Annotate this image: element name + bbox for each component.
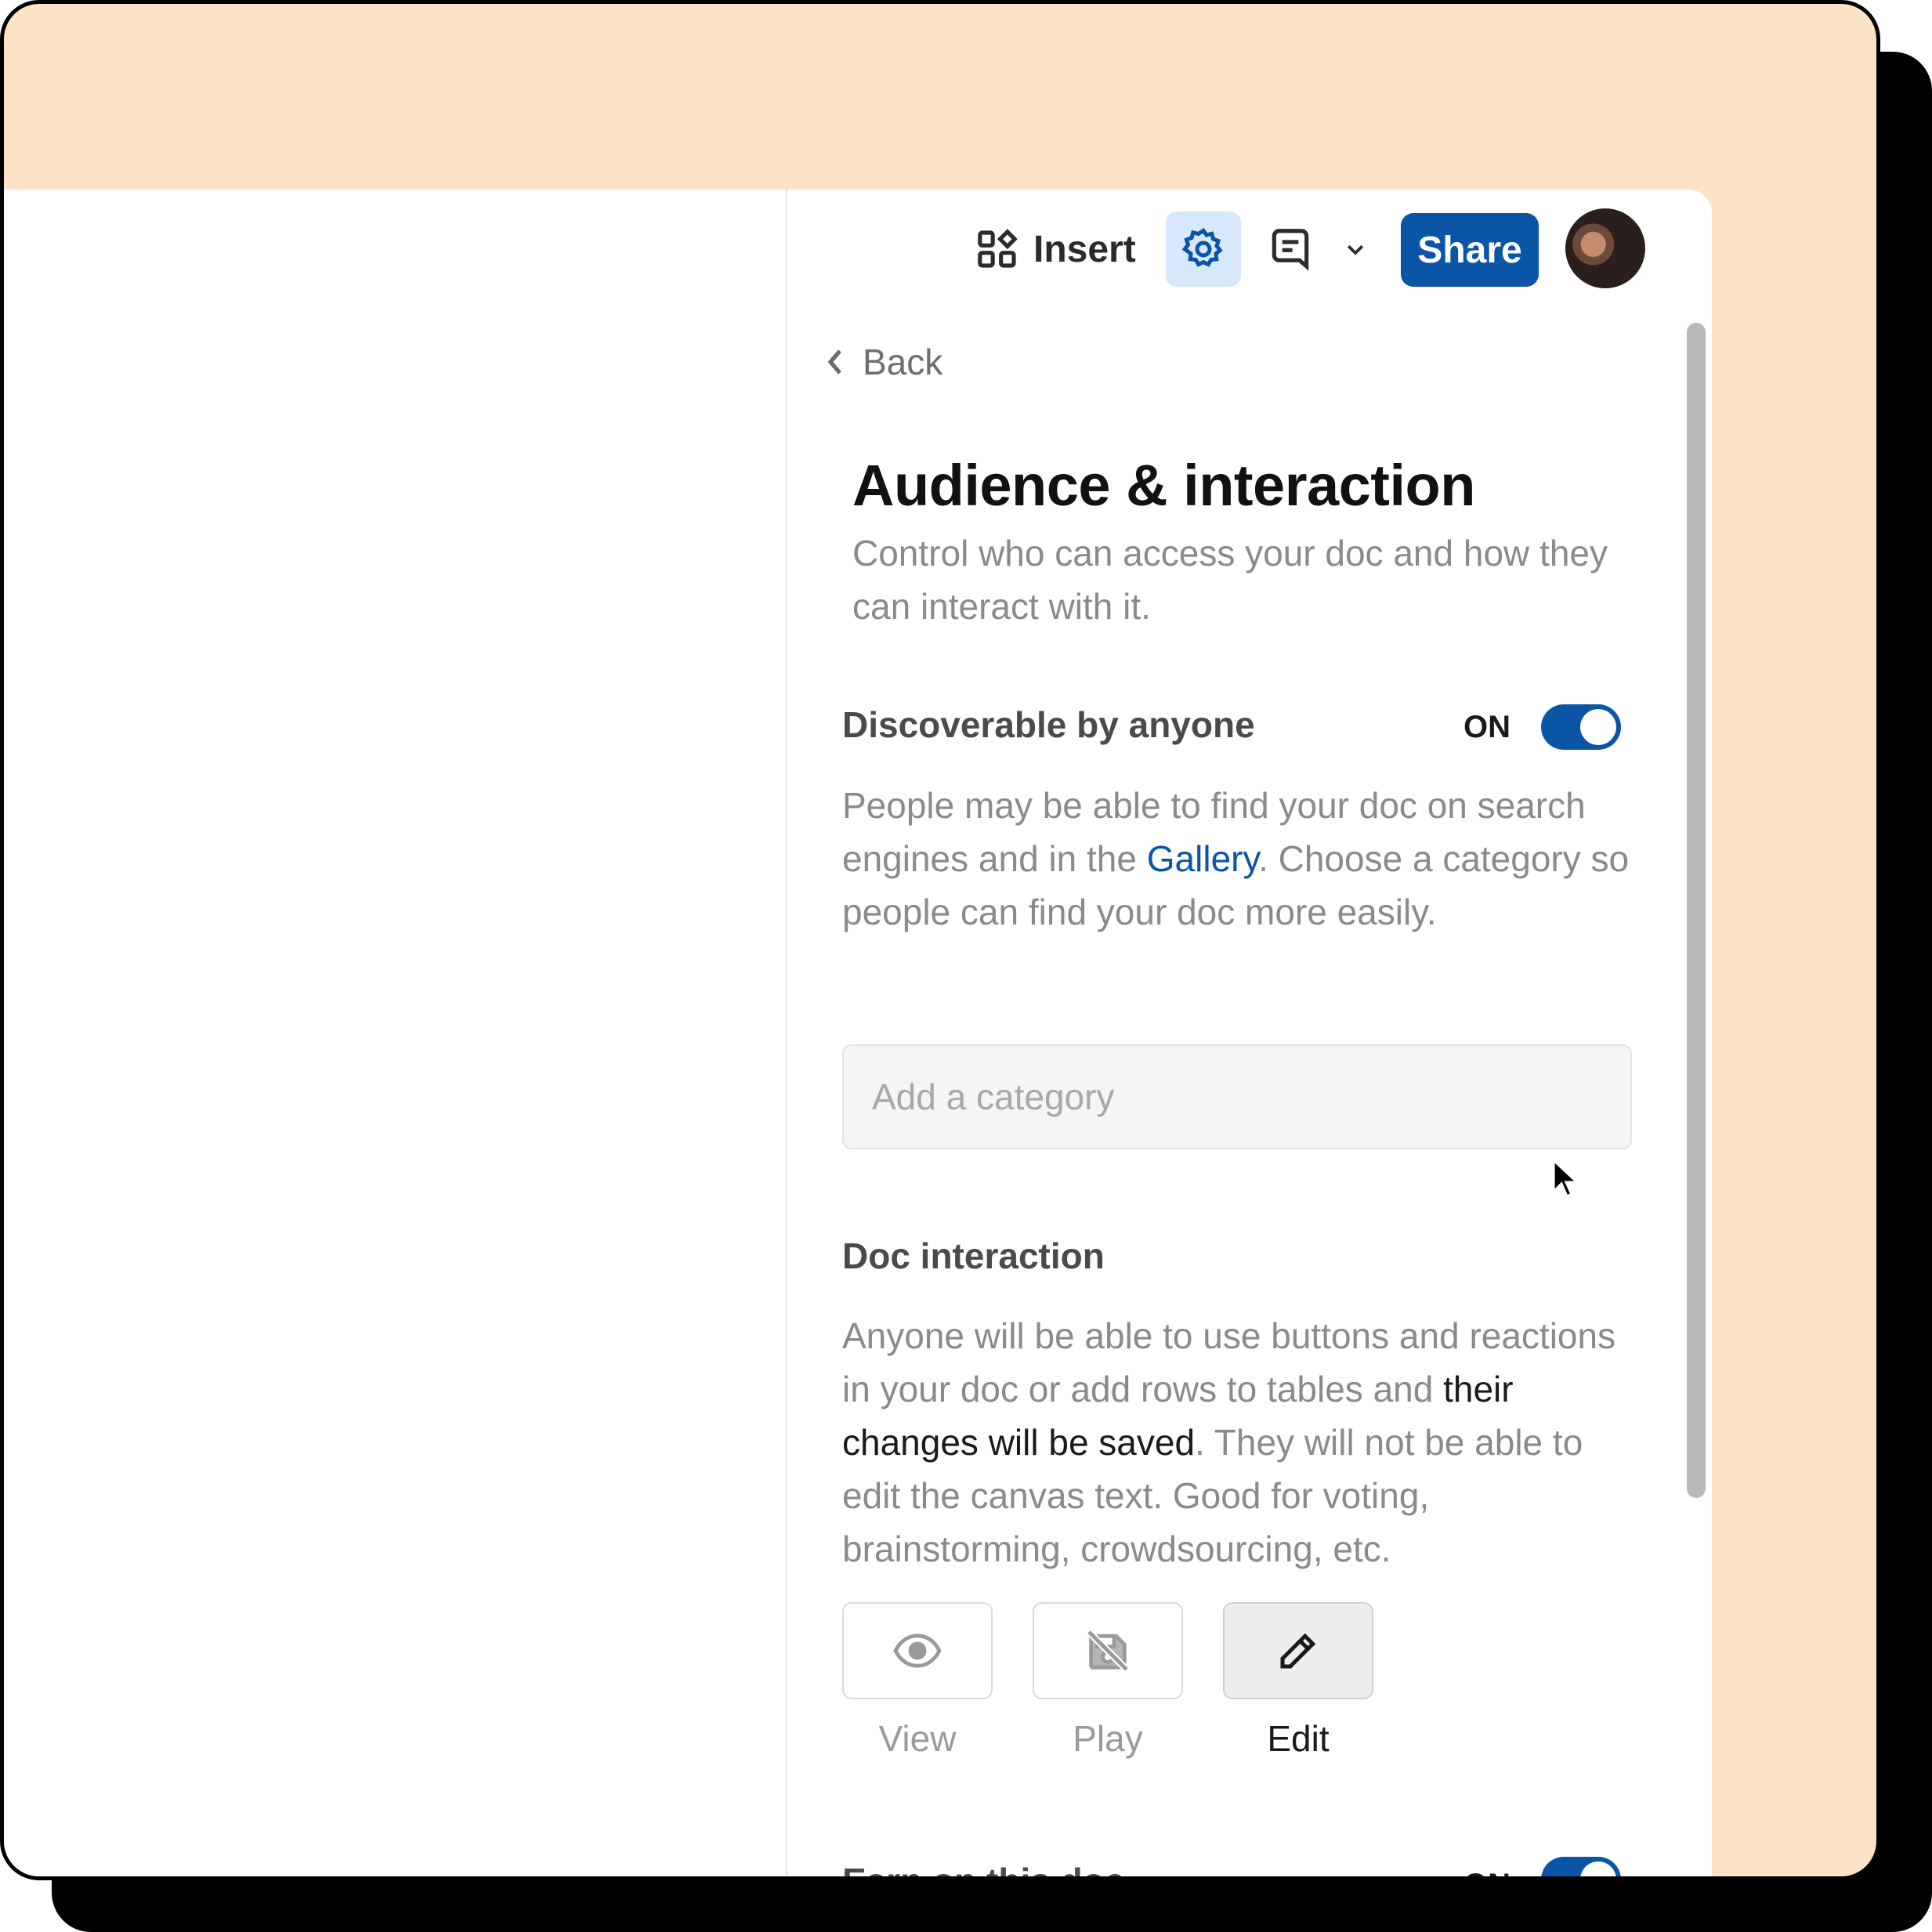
earn-toggle-state: ON: [1463, 1868, 1511, 1876]
insert-button[interactable]: Insert: [975, 219, 1136, 279]
back-button[interactable]: Back: [825, 341, 942, 383]
discoverable-description: People may be able to find your doc on s…: [842, 779, 1649, 939]
settings-panel: Insert Share Back Audience & interaction…: [786, 190, 1712, 1876]
discoverable-title: Discoverable by anyone: [842, 704, 1255, 745]
gallery-link[interactable]: Gallery: [1147, 838, 1258, 879]
panel-scrollbar[interactable]: [1687, 323, 1706, 1498]
pencil-icon: [1280, 1633, 1316, 1669]
play-disabled-icon: [1086, 1629, 1130, 1673]
top-toolbar: Insert Share: [787, 208, 1712, 288]
earn-title: Earn on this doc: [842, 1860, 1124, 1876]
scrollbar-thumb[interactable]: [1687, 323, 1706, 1498]
comment-dropdown-button[interactable]: [1336, 227, 1375, 271]
earn-toggle[interactable]: [1541, 1857, 1621, 1876]
settings-button[interactable]: [1166, 212, 1241, 287]
eye-icon: [893, 1634, 942, 1668]
play-mode-button[interactable]: [1033, 1602, 1183, 1699]
play-mode-label: Play: [1073, 1718, 1143, 1759]
toggle-knob: [1580, 709, 1616, 745]
doc-interaction-title: Doc interaction: [842, 1236, 1105, 1276]
view-mode-button[interactable]: [842, 1602, 993, 1699]
discoverable-toggle-state: ON: [1463, 710, 1511, 744]
user-avatar[interactable]: [1565, 208, 1645, 288]
comment-icon: [1272, 229, 1309, 271]
edit-mode-button[interactable]: [1223, 1602, 1373, 1699]
gear-icon: [1181, 227, 1223, 267]
panel-subtitle: Control who can access your doc and how …: [852, 533, 1608, 627]
share-button[interactable]: Share: [1401, 213, 1539, 287]
grid-plus-icon: [978, 229, 1018, 268]
panel-title: Audience & interaction: [852, 453, 1475, 518]
toggle-knob: [1580, 1861, 1616, 1876]
chevron-left-icon: [827, 349, 841, 374]
discoverable-toggle[interactable]: [1541, 704, 1621, 750]
edit-mode-label: Edit: [1267, 1718, 1330, 1759]
view-mode-label: View: [878, 1718, 957, 1759]
insert-label: Insert: [1033, 228, 1136, 270]
category-input[interactable]: [842, 1044, 1632, 1149]
chevron-down-icon: [1347, 244, 1364, 255]
doc-canvas[interactable]: [4, 190, 786, 1876]
mouse-cursor-icon: [1552, 1157, 1581, 1199]
doc-interaction-description: Anyone will be able to use buttons and r…: [842, 1309, 1649, 1576]
app-window: Insert Share Back Audience & interaction…: [0, 0, 1880, 1880]
comment-button[interactable]: [1259, 218, 1322, 280]
back-label: Back: [863, 342, 943, 382]
